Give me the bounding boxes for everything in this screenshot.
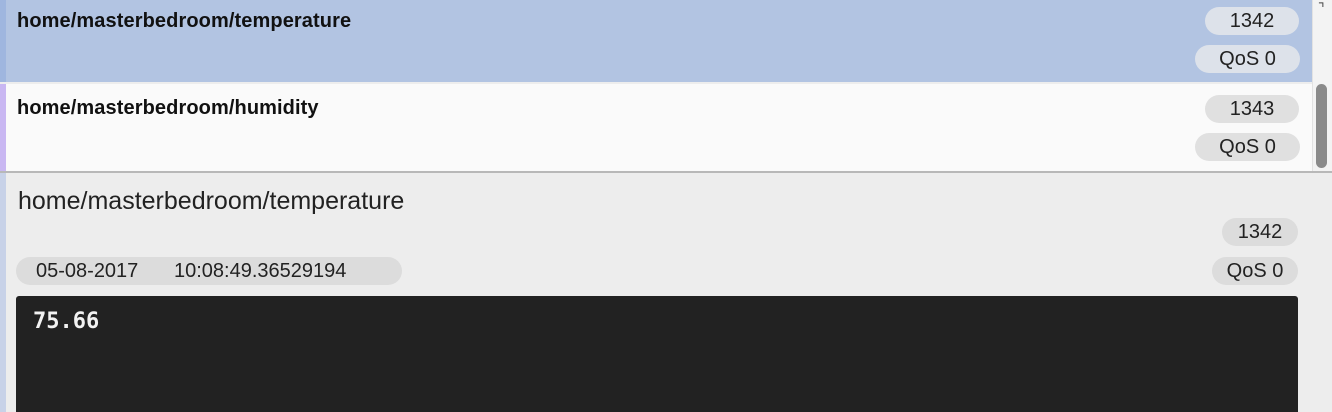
topic-row-humidity[interactable]: home/masterbedroom/humidity 1343 QoS 0 xyxy=(0,84,1312,171)
message-count-badge: 1343 xyxy=(1205,95,1299,123)
message-timestamp: 05-08-2017 10:08:49.36529194 xyxy=(16,257,402,285)
detail-accent-strip xyxy=(0,173,6,412)
topic-row-temperature[interactable]: home/masterbedroom/temperature 1342 QoS … xyxy=(0,0,1312,82)
row-accent-bar xyxy=(0,84,6,171)
detail-topic-title: home/masterbedroom/temperature xyxy=(18,187,405,215)
message-detail-panel: home/masterbedroom/temperature 1342 QoS … xyxy=(0,173,1312,412)
scrollbar-thumb[interactable] xyxy=(1316,84,1327,168)
detail-count-badge: 1342 xyxy=(1222,218,1298,246)
detail-qos-badge: QoS 0 xyxy=(1212,257,1298,285)
qos-badge: QoS 0 xyxy=(1195,133,1300,161)
message-count-badge: 1342 xyxy=(1205,7,1299,35)
payload-viewer[interactable]: 75.66 xyxy=(16,296,1298,412)
timestamp-time: 10:08:49.36529194 xyxy=(174,260,347,282)
topic-list: home/masterbedroom/temperature 1342 QoS … xyxy=(0,0,1312,171)
topic-name: home/masterbedroom/humidity xyxy=(17,97,319,119)
row-accent-bar xyxy=(0,0,6,82)
resize-corner-icon: ⌝ xyxy=(1318,0,1325,16)
topic-name: home/masterbedroom/temperature xyxy=(17,10,352,32)
topic-list-scrollbar[interactable] xyxy=(1312,0,1332,171)
detail-right-gutter xyxy=(1312,173,1332,412)
timestamp-date: 05-08-2017 xyxy=(36,260,139,282)
payload-value: 75.66 xyxy=(33,309,100,334)
qos-badge: QoS 0 xyxy=(1195,45,1300,73)
